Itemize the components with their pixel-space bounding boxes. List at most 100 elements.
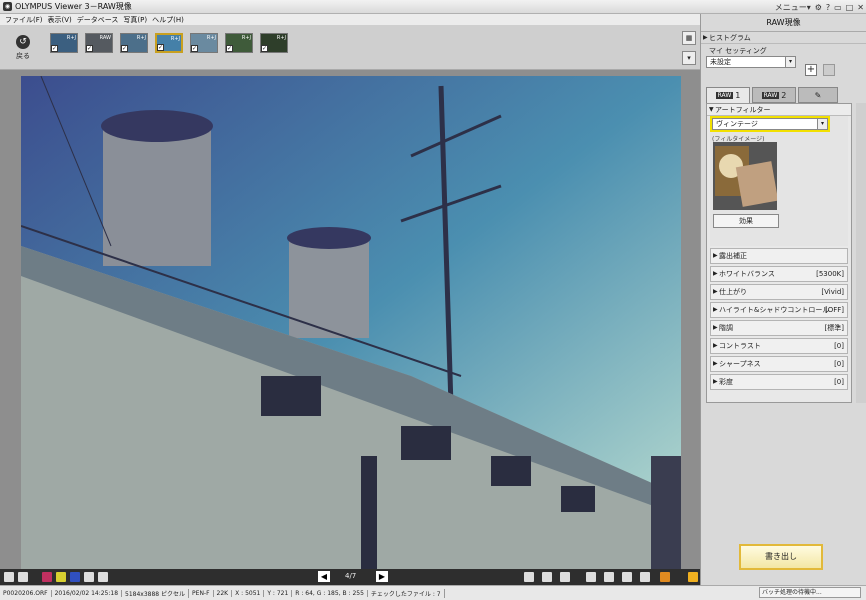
next-image-button[interactable]: ▶: [376, 571, 388, 582]
panel-title: RAW現像: [701, 14, 866, 32]
thumbnail-item[interactable]: ✓ R+J: [120, 33, 148, 53]
adjustment-row[interactable]: ▶ ホワイトバランス [5300K]: [710, 266, 848, 282]
thumbnail-checkbox[interactable]: ✓: [226, 45, 233, 52]
status-lens: 22K: [214, 589, 233, 597]
adjustment-row[interactable]: ▶ コントラスト [0]: [710, 338, 848, 354]
panel-scrollbar[interactable]: [856, 103, 866, 403]
expand-arrow-icon: ▶: [713, 342, 718, 349]
shadow-warning-icon[interactable]: [560, 572, 570, 582]
fit-icon[interactable]: [586, 572, 596, 582]
adjustment-value: [0]: [834, 360, 844, 368]
menu-view[interactable]: 表示(V): [48, 15, 72, 25]
adjustment-value: [Vivid]: [821, 288, 844, 296]
compare-icon[interactable]: [4, 572, 14, 582]
grid-icon[interactable]: [524, 572, 534, 582]
hand-tool-icon[interactable]: [660, 572, 670, 582]
title-bar: ◉ OLYMPUS Viewer 3 － RAW現像 メニュー▾ ⚙ ? ▭ □…: [0, 0, 866, 14]
thumbnail-checkbox[interactable]: ✓: [261, 45, 268, 52]
prev-image-button[interactable]: ◀: [318, 571, 330, 582]
collapse-arrow-icon: ▼: [709, 106, 714, 113]
thumbnail-item[interactable]: ✓ R+J: [260, 33, 288, 53]
adjustment-row[interactable]: ▶ 露出補正: [710, 248, 848, 264]
label-b-icon[interactable]: [98, 572, 108, 582]
app-name: OLYMPUS Viewer 3: [15, 2, 90, 11]
image-info-icon[interactable]: ▦: [682, 31, 696, 45]
zoom-out-icon[interactable]: [640, 572, 650, 582]
color-label-2-icon[interactable]: [56, 572, 66, 582]
app-window: ◉ OLYMPUS Viewer 3 － RAW現像 メニュー▾ ⚙ ? ▭ □…: [0, 0, 866, 600]
thumbnail-item[interactable]: ✓ R+J: [50, 33, 78, 53]
art-filter-section[interactable]: ▼ アートフィルター: [707, 104, 851, 116]
maximize-icon[interactable]: □: [846, 3, 854, 12]
thumbnail-tag: R+J: [170, 36, 180, 42]
back-arrow-icon: ↺: [16, 35, 30, 49]
my-setting-select[interactable]: 未設定 ▾: [706, 56, 796, 68]
color-label-icon[interactable]: [42, 572, 52, 582]
menu-file[interactable]: ファイル(F): [5, 15, 43, 25]
app-icon: ◉: [3, 2, 12, 11]
menu-button[interactable]: メニュー▾: [775, 2, 811, 13]
thumbnail-item[interactable]: ✓ R+J: [225, 33, 253, 53]
menu-help[interactable]: ヘルプ(H): [152, 15, 184, 25]
thumbnail-item[interactable]: ✓ RAW: [85, 33, 113, 53]
chevron-down-icon: ▾: [785, 57, 795, 67]
thumbnail-tag: RAW: [99, 35, 111, 41]
status-rgb: R : 64, G : 185, B : 255: [292, 589, 368, 597]
adjustment-row[interactable]: ▶ シャープネス [0]: [710, 356, 848, 372]
thumbnail-item[interactable]: ✓ R+J: [190, 33, 218, 53]
warning-icon[interactable]: [688, 572, 698, 582]
thumbnail-tag: R+J: [136, 35, 146, 41]
highlight-warning-icon[interactable]: [542, 572, 552, 582]
status-filename: P0020206.ORF: [0, 589, 52, 597]
thumbnail-checkbox[interactable]: ✓: [121, 45, 128, 52]
color-label-3-icon[interactable]: [70, 572, 80, 582]
export-button[interactable]: 書き出し: [739, 544, 823, 570]
label-a-icon[interactable]: [84, 572, 94, 582]
delete-setting-icon[interactable]: [823, 64, 835, 76]
adjustment-row[interactable]: ▶ 彩度 [0]: [710, 374, 848, 390]
close-icon[interactable]: ✕: [857, 3, 864, 12]
adjustment-label: 彩度: [719, 378, 733, 386]
zoom-in-icon[interactable]: [622, 572, 632, 582]
menu-database[interactable]: データベース: [77, 15, 119, 25]
minimize-icon[interactable]: ▭: [834, 3, 842, 12]
tab-raw-2[interactable]: RAW 2: [752, 87, 796, 103]
my-setting-value: 未設定: [710, 58, 731, 66]
actual-size-icon[interactable]: [604, 572, 614, 582]
tab-brush[interactable]: ✎: [798, 87, 838, 103]
adjustment-row[interactable]: ▶ 仕上がり [Vivid]: [710, 284, 848, 300]
thumbnail-checkbox[interactable]: ✓: [191, 45, 198, 52]
thumbnail-item[interactable]: ✓ R+J: [155, 33, 183, 53]
menu-photo[interactable]: 写真(P): [123, 15, 147, 25]
back-button[interactable]: ↺ 戻る: [10, 35, 36, 65]
status-camera: PEN-F: [189, 589, 214, 597]
histogram-section[interactable]: ▶ ヒストグラム: [701, 32, 866, 44]
adjustment-row[interactable]: ▶ ハイライト&シャドウコントロール [OFF]: [710, 302, 848, 318]
thumbnail-checkbox[interactable]: ✓: [86, 45, 93, 52]
help-icon[interactable]: ?: [826, 3, 830, 12]
adjustment-label: ホワイトバランス: [719, 270, 775, 278]
adjustment-list: ▼アートフィルター ヴィンテージ ▾ (フィルタイメージ) 効果 ▶露出補正: [706, 103, 852, 403]
adjustment-label: 露出補正: [719, 252, 747, 260]
thumbnail-checkbox[interactable]: ✓: [51, 45, 58, 52]
image-viewer[interactable]: [0, 70, 700, 569]
gear-icon[interactable]: ⚙: [815, 3, 822, 12]
filter-preview-image: [713, 142, 779, 210]
thumbnail-tag: R+J: [276, 35, 286, 41]
toolbar-dropdown-icon[interactable]: ▾: [682, 51, 696, 65]
art-filter-label: アートフィルター: [715, 106, 771, 114]
adjustment-value: [0]: [834, 342, 844, 350]
copy-icon[interactable]: [18, 572, 28, 582]
effect-button[interactable]: 効果: [713, 214, 779, 228]
adjustment-label: コントラスト: [719, 342, 761, 350]
title-controls: メニュー▾ ⚙ ? ▭ □ ✕: [775, 0, 864, 14]
add-setting-icon[interactable]: +: [805, 64, 817, 76]
tab-raw-1[interactable]: RAW 1: [706, 87, 750, 103]
art-filter-highlight: [710, 116, 830, 132]
adjustment-label: 階調: [719, 324, 733, 332]
expand-arrow-icon: ▶: [713, 378, 718, 385]
photo-preview[interactable]: [21, 76, 681, 569]
thumbnail-checkbox[interactable]: ✓: [157, 44, 164, 51]
adjustment-rows: ▶ 露出補正 ▶ ホワイトバランス [5300K] ▶ 仕上がり [Vivid] ▶ ハイライト&…: [707, 248, 851, 390]
adjustment-row[interactable]: ▶ 階調 [標準]: [710, 320, 848, 336]
